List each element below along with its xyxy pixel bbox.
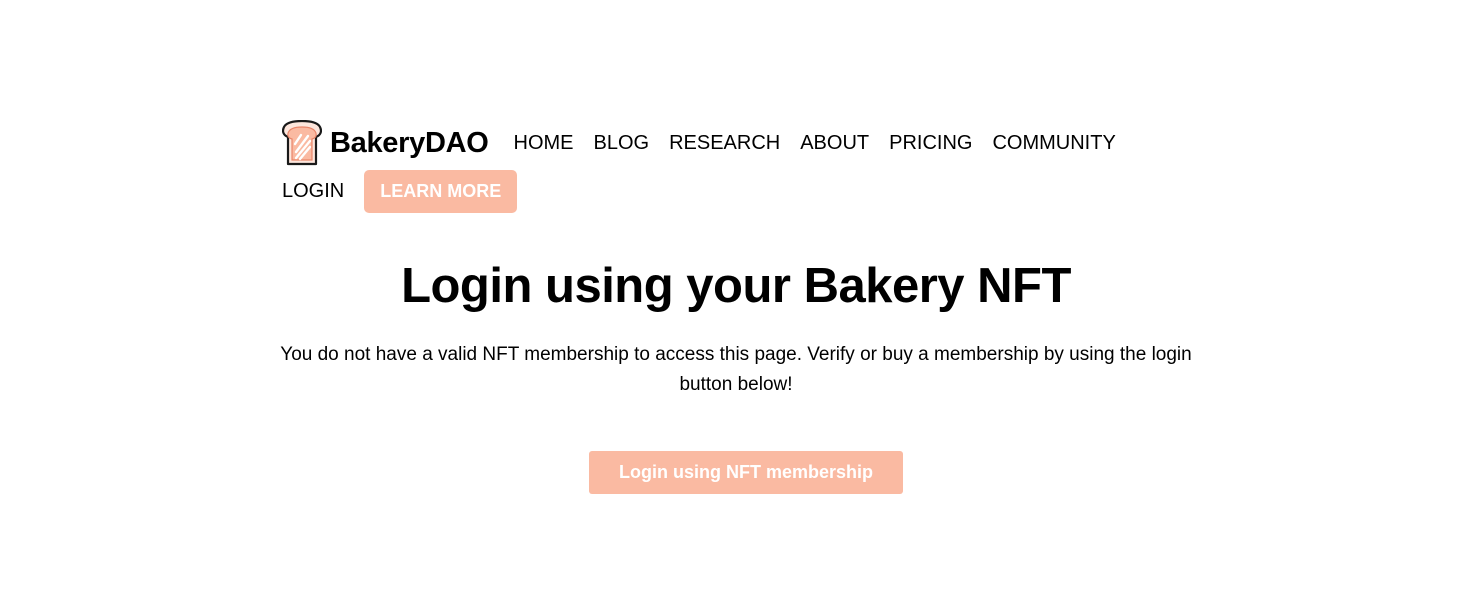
brand-name: BakeryDAO <box>330 126 489 159</box>
toast-bread-icon <box>282 120 322 166</box>
nav-item-about[interactable]: ABOUT <box>800 132 869 155</box>
nav-item-home[interactable]: HOME <box>514 132 574 155</box>
nav-item-pricing[interactable]: PRICING <box>889 132 972 155</box>
site-header: BakeryDAO HOME BLOG RESEARCH ABOUT PRICI… <box>282 118 1182 213</box>
learn-more-button[interactable]: LEARN MORE <box>364 169 518 213</box>
main-nav: HOME BLOG RESEARCH ABOUT PRICING COMMUNI… <box>514 132 1136 155</box>
header-bottom-row: LOGIN LEARN MORE <box>282 169 1182 213</box>
login-link[interactable]: LOGIN <box>282 180 344 203</box>
main-content: Login using your Bakery NFT You do not h… <box>0 258 1472 400</box>
login-nft-button[interactable]: Login using NFT membership <box>589 451 903 494</box>
nav-item-blog[interactable]: BLOG <box>594 132 650 155</box>
header-top-row: BakeryDAO HOME BLOG RESEARCH ABOUT PRICI… <box>282 118 1182 168</box>
nav-item-research[interactable]: RESEARCH <box>669 132 780 155</box>
nav-item-community[interactable]: COMMUNITY <box>992 132 1115 155</box>
page-title: Login using your Bakery NFT <box>401 259 1071 313</box>
page: BakeryDAO HOME BLOG RESEARCH ABOUT PRICI… <box>0 0 1472 610</box>
brand-link[interactable]: BakeryDAO <box>282 120 489 166</box>
page-description: You do not have a valid NFT membership t… <box>280 344 1192 395</box>
